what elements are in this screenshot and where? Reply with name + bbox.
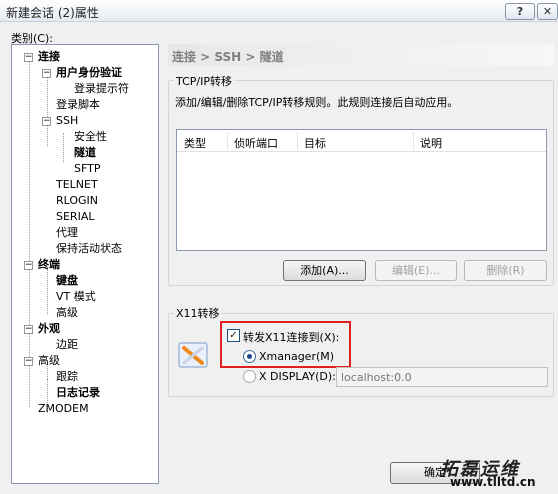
tree-item-proxy[interactable]: 代理 [56, 226, 78, 240]
tree-item-terminal[interactable]: 终端 [38, 258, 60, 272]
watermark-url: www.tlltd.cn [450, 475, 536, 489]
tree-item-keyboard[interactable]: 键盘 [56, 274, 78, 288]
tree-item-ssh[interactable]: SSH [56, 114, 78, 128]
xdisplay-radio[interactable] [243, 370, 256, 383]
window-title: 新建会话 (2)属性 [6, 6, 99, 20]
tree-item-authentication[interactable]: 用户身份验证 [56, 66, 122, 80]
xmanager-label[interactable]: Xmanager(M) [259, 350, 334, 363]
expander-icon[interactable]: − [42, 117, 51, 126]
xmanager-radio[interactable] [243, 350, 256, 363]
tree-item-connection[interactable]: 连接 [38, 50, 60, 64]
tree-item-sftp[interactable]: SFTP [74, 162, 100, 176]
tree-item-security[interactable]: 安全性 [74, 130, 107, 144]
x-window-icon [178, 340, 208, 370]
tree-item-terminal-advanced[interactable]: 高级 [56, 306, 78, 320]
tree-item-logging[interactable]: 日志记录 [56, 386, 100, 400]
forwarding-rules-list[interactable]: 类型 侦听端口 目标 说明 [176, 129, 547, 251]
xdisplay-input[interactable]: localhost:0.0 [336, 367, 548, 387]
tree-item-keep-alive[interactable]: 保持活动状态 [56, 242, 122, 256]
tree-item-appearance[interactable]: 外观 [38, 322, 60, 336]
tcp-description: 添加/编辑/删除TCP/IP转移规则。此规则连接后自动应用。 [175, 96, 459, 109]
column-type[interactable]: 类型 [184, 135, 206, 151]
expander-icon[interactable]: − [24, 325, 33, 334]
tree-item-tunneling[interactable]: 隧道 [74, 146, 96, 160]
tree-item-login-script[interactable]: 登录脚本 [56, 98, 100, 112]
expander-icon[interactable]: − [24, 357, 33, 366]
expander-icon[interactable]: − [42, 69, 51, 78]
column-description[interactable]: 说明 [420, 135, 442, 151]
category-tree[interactable]: − 连接 − 用户身份验证 登录提示符 登录脚本 − SSH 安全性 隧道 SF… [11, 44, 159, 484]
list-header: 类型 侦听端口 目标 说明 [177, 130, 546, 152]
tree-item-zmodem[interactable]: ZMODEM [38, 402, 89, 416]
tree-item-vt-mode[interactable]: VT 模式 [56, 290, 96, 304]
tree-item-advanced[interactable]: 高级 [38, 354, 60, 368]
add-button[interactable]: 添加(A)... [283, 260, 366, 281]
tree-item-trace[interactable]: 跟踪 [56, 370, 78, 384]
tree-item-rlogin[interactable]: RLOGIN [56, 194, 98, 208]
expander-icon[interactable]: − [24, 261, 33, 270]
help-button[interactable]: ? [505, 3, 535, 20]
tree-item-telnet[interactable]: TELNET [56, 178, 98, 192]
delete-button[interactable]: 删除(R) [464, 260, 547, 281]
forward-x11-label[interactable]: 转发X11连接到(X): [243, 329, 339, 345]
forward-x11-checkbox[interactable]: ✓ [227, 329, 240, 342]
tree-item-serial[interactable]: SERIAL [56, 210, 94, 224]
tree-item-login-prompts[interactable]: 登录提示符 [74, 82, 129, 96]
edit-button[interactable]: 编辑(E)... [375, 260, 457, 281]
tcp-group-title: TCP/IP转移 [174, 73, 234, 89]
column-destination[interactable]: 目标 [304, 135, 326, 151]
xdisplay-label[interactable]: X DISPLAY(D): [259, 370, 336, 383]
close-button[interactable]: ✕ [537, 3, 558, 20]
expander-icon[interactable]: − [24, 53, 33, 62]
x11-group-title: X11转移 [174, 305, 222, 321]
column-listen-port[interactable]: 侦听端口 [234, 135, 278, 151]
tree-item-margins[interactable]: 边距 [56, 338, 78, 352]
breadcrumb: 连接 > SSH > 隧道 [168, 44, 554, 66]
title-bar: 新建会话 (2)属性 ? ✕ [0, 0, 558, 22]
